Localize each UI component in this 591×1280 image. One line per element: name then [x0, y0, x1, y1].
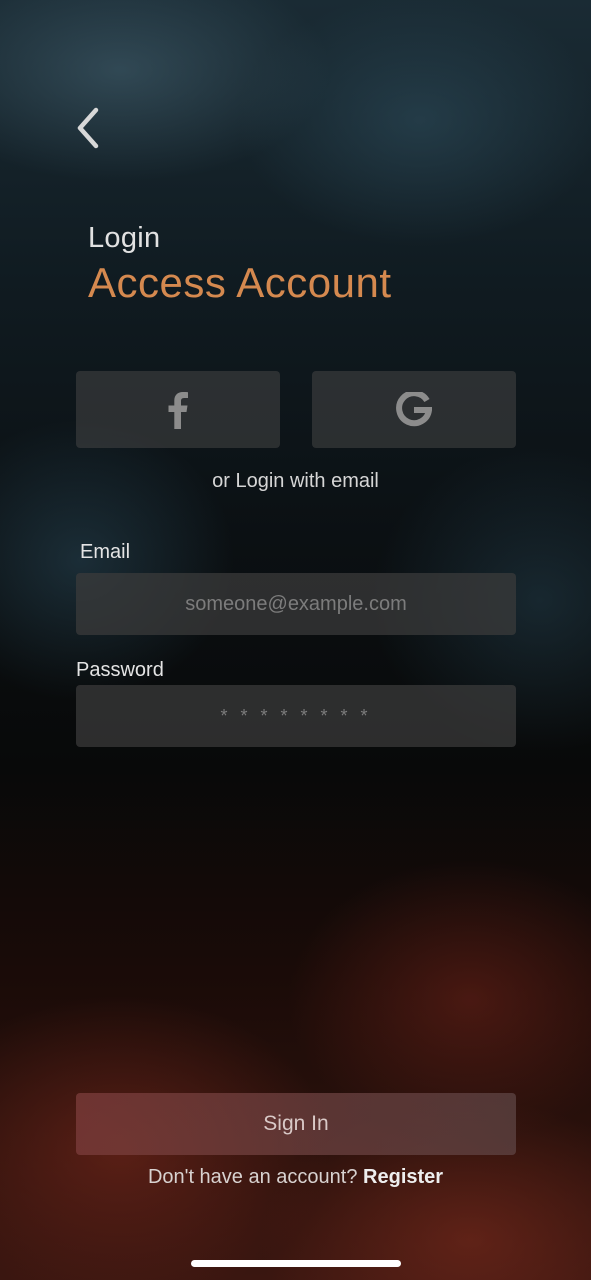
register-link[interactable]: Register: [363, 1166, 443, 1188]
page-title: Access Account: [88, 259, 392, 306]
google-login-button[interactable]: [312, 371, 516, 448]
sign-in-button[interactable]: Sign In: [76, 1093, 516, 1155]
page-heading: Login Access Account: [88, 222, 391, 307]
email-login-divider: or Login with email: [212, 470, 379, 492]
facebook-login-button[interactable]: [76, 371, 280, 448]
register-prompt-line: Don't have an account? Register: [0, 1166, 591, 1189]
password-field[interactable]: [76, 685, 516, 747]
email-label: Email: [80, 541, 131, 563]
back-button[interactable]: [64, 104, 112, 152]
register-prompt-text: Don't have an account?: [147, 1166, 358, 1188]
password-label: Password: [76, 659, 164, 681]
chevron-left-icon: [77, 107, 99, 149]
email-field[interactable]: [76, 573, 516, 635]
page-subtitle: Login: [88, 222, 161, 254]
home-indicator: [191, 1260, 401, 1267]
google-icon: [396, 391, 432, 426]
facebook-icon: [168, 391, 188, 429]
